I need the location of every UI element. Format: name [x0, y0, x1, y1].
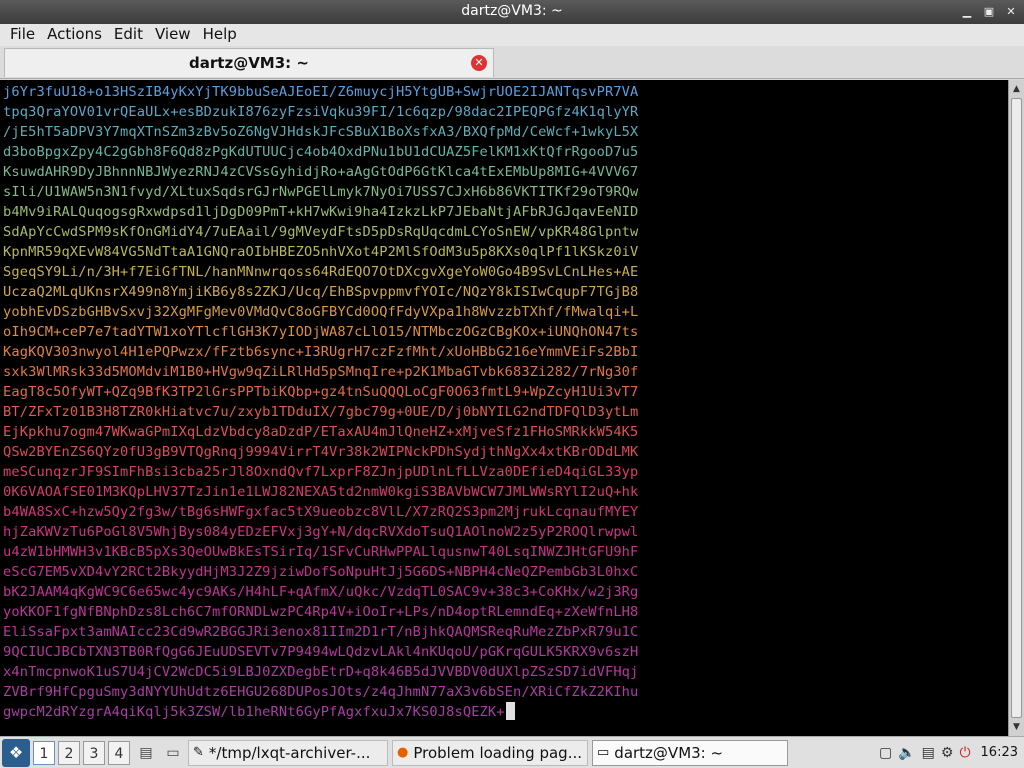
menu-help[interactable]: Help	[197, 24, 243, 46]
terminal-output[interactable]: j6Yr3fuU18+o13HSzIB4yKxYjTK9bbuSeAJEoEI/…	[0, 80, 1008, 736]
close-icon[interactable]: ✕	[1004, 5, 1018, 18]
terminal-line: b4WA8SxC+hzw5Qy2fg3w/tBg6sHWFgxfac5tX9ue…	[3, 504, 639, 520]
window-title: dartz@VM3: ~	[461, 3, 563, 19]
terminal-line: yobhEvDSzbGHBvSxvj32XgMFgMev0VMdQvC8oGFB…	[3, 304, 639, 320]
power-icon[interactable]: ⏻	[959, 745, 970, 761]
terminal-line: meSCunqzrJF9SImFhBsi3cba25rJl8OxndQvf7Lx…	[3, 464, 639, 480]
maximize-icon[interactable]: ▣	[982, 5, 996, 18]
task-label: Problem loading pag...	[413, 743, 582, 762]
terminal-line: u4zW1bHMWH3v1KBcB5pXs3QeOUwBkEsTSirIq/1S…	[3, 544, 639, 560]
volume-icon[interactable]: 🔈	[898, 745, 915, 761]
terminal-line: UczaQ2MLqUKnsrX499n8YmjiKB6y8s2ZKJ/Ucq/E…	[3, 284, 639, 300]
terminal-line: d3boBpgxZpy4C2gGbh8F6Qd8zPgKdUTUUCjc4ob4…	[3, 144, 639, 160]
desktop-4-button[interactable]: 4	[108, 740, 130, 765]
terminal-line: eScG7EM5vXD4vY2RCt2BkyydHjM3J2Z9jziwDofS…	[3, 564, 639, 580]
task-label: */tmp/lxqt-archiver-...	[208, 743, 371, 762]
terminal-line: bK2JAAM4qKgWC9C6e65wc4yc9AKs/H4hLF+qAfmX…	[3, 584, 639, 600]
desktop-1-button[interactable]: 1	[33, 740, 55, 765]
terminal-line: b4Mv9iRALQuqogsgRxwdpsd1ljDgD09PmT+kH7wK…	[3, 204, 639, 220]
terminal-line: KpnMR59qXEvW84VG5NdTtaA1GNQraOIbHBEZO5nh…	[3, 244, 639, 260]
terminal-line: x4nTmcpnwoK1uS7U4jCV2WcDC5i9LBJ0ZXDegbEt…	[3, 664, 639, 680]
tab-label: dartz@VM3: ~	[189, 54, 309, 72]
terminal-line: tpq3QraYOV01vrQEaULx+esBDzukI876zyFzsiVq…	[3, 104, 639, 120]
scroll-up-icon[interactable]: ▲	[1009, 82, 1024, 96]
menubar: File Actions Edit View Help	[0, 24, 1024, 46]
terminal-line: yoKKOF1fgNfBNphDzs8Lch6C7mfORNDLwzPC4Rp4…	[3, 604, 639, 620]
desktop-2-button[interactable]: 2	[58, 740, 80, 765]
close-icon[interactable]: ✕	[471, 55, 487, 71]
terminal-cursor	[505, 702, 515, 720]
scrollbar-thumb[interactable]	[1011, 98, 1022, 718]
terminal-line: hjZaKWVzTu6PoGl8V5WhjBys084yEDzEFVxj3gY+…	[3, 524, 639, 540]
task-text-editor[interactable]: ✎ */tmp/lxqt-archiver-...	[188, 739, 388, 766]
task-firefox[interactable]: ● Problem loading pag...	[392, 739, 588, 766]
scroll-down-icon[interactable]: ▼	[1009, 720, 1024, 734]
file-manager-icon[interactable]: ▤	[135, 742, 157, 764]
firefox-icon: ●	[397, 745, 409, 760]
lxqt-menu-icon[interactable]: ❖	[2, 738, 30, 767]
terminal-line: KsuwdAHR9DyJBhnnNBJWyezRNJ4zCVSsGyhidjRo…	[3, 164, 639, 180]
terminal-line: EliSsaFpxt3amNAIcc23Cd9wR2BGGJRi3enox81I…	[3, 624, 639, 640]
desktop-3-button[interactable]: 3	[83, 740, 105, 765]
terminal-icon[interactable]: ▭	[162, 742, 184, 764]
menu-view[interactable]: View	[149, 24, 197, 46]
window-titlebar[interactable]: dartz@VM3: ~ ▁ ▣ ✕	[0, 0, 1024, 24]
notes-icon[interactable]: ▤	[922, 745, 935, 761]
clipboard-icon[interactable]: ▢	[879, 745, 892, 761]
terminal-line: 9QCIUCJBCbTXN3TB0RfQgG6JEuUDSEVTv7P9494w…	[3, 644, 639, 660]
terminal-icon: ▭	[597, 745, 610, 760]
clock[interactable]: 16:23	[981, 745, 1018, 760]
terminal-line: KagKQV303nwyol4H1ePQPwzx/fFztb6sync+I3RU…	[3, 344, 639, 360]
terminal-line: gwpcM2dRYzgrA4qiKqlj5k3ZSW/lb1heRNt6GyPf…	[3, 702, 638, 722]
task-label: dartz@VM3: ~	[614, 743, 724, 762]
task-terminal[interactable]: ▭ dartz@VM3: ~	[592, 739, 788, 766]
terminal-lines: j6Yr3fuU18+o13HSzIB4yKxYjTK9bbuSeAJEoEI/…	[3, 82, 638, 722]
terminal-line: sxk3WlMRsk33d5MOMdviM1B0+HVgw9qZiLRlHd5p…	[3, 364, 639, 380]
terminal-line: 0K6VAOAfSE01M3KQpLHV37TzJin1e1LWJ82NEXA5…	[3, 484, 639, 500]
terminal-line: ZVBrf9HfCpguSmy3dNYYUhUdtz6EHGU268DUPosJ…	[3, 684, 639, 700]
terminal-scrollbar[interactable]: ▲ ▼	[1008, 80, 1024, 736]
terminal-line: EjKpkhu7ogm47WKwaGPmIXqLdzVbdcy8aDzdP/ET…	[3, 424, 639, 440]
terminal-line: sIli/U1WAW5n3N1fvyd/XLtuxSqdsrGJrNwPGElL…	[3, 184, 639, 200]
text-editor-icon: ✎	[193, 745, 204, 760]
terminal-tab[interactable]: dartz@VM3: ~ ✕	[4, 48, 494, 77]
terminal-line: SgeqSY9Li/n/3H+f7EiGfTNL/hanMNnwrqoss64R…	[3, 264, 639, 280]
terminal-line: QSw2BYEnZS6QYz0fU3gB9VTQgRnqj9994VirrT4V…	[3, 444, 639, 460]
terminal-line: SdApYcCwdSPM9sKfOnGMidY4/7uEAail/9gMVeyd…	[3, 224, 639, 240]
menu-edit[interactable]: Edit	[108, 24, 149, 46]
system-tray: ▢ 🔈 ▤ ⚙ ⏻ 16:23	[879, 745, 1024, 761]
minimize-icon[interactable]: ▁	[960, 5, 974, 18]
terminal-line: j6Yr3fuU18+o13HSzIB4yKxYjTK9bbuSeAJEoEI/…	[3, 84, 639, 100]
menu-actions[interactable]: Actions	[41, 24, 108, 46]
terminal-line: oIh9CM+ceP7e7tadYTW1xoYTlcflGH3K7yIODjWA…	[3, 324, 639, 340]
menu-file[interactable]: File	[4, 24, 41, 46]
terminal-line: EagT8c5OfyWT+QZq9BfK3TP2lGrsPPTbiKQbp+gz…	[3, 384, 639, 400]
network-icon[interactable]: ⚙	[941, 745, 954, 761]
tab-bar: dartz@VM3: ~ ✕	[0, 46, 1024, 79]
taskbar: ❖ 1 2 3 4 ▤ ▭ ✎ */tmp/lxqt-archiver-... …	[0, 736, 1024, 768]
terminal-line: BT/ZFxTz01B3H8TZR0kHiatvc7u/zxyb1TDduIX/…	[3, 404, 639, 420]
terminal-line: /jE5hT5aDPV3Y7mqXTnSZm3zBv5oZ6NgVJHdskJF…	[3, 124, 639, 140]
